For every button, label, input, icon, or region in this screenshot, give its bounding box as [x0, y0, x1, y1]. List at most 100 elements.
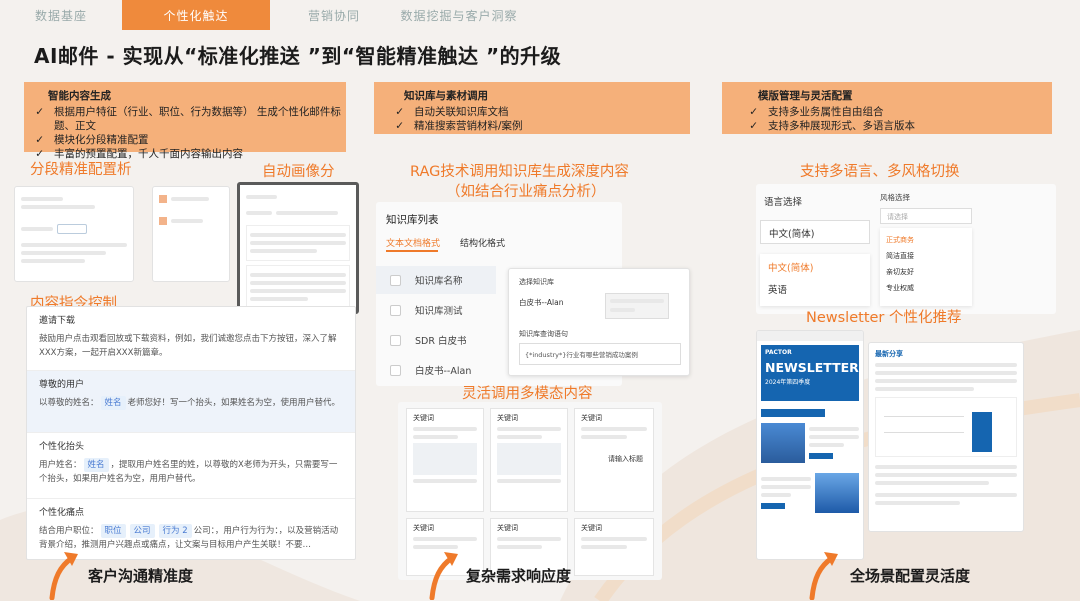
style-option[interactable]: 专业权威	[880, 280, 972, 296]
newsletter-chart	[875, 397, 1017, 457]
arrow-up-icon	[49, 552, 78, 600]
band-item: 自动关联知识库文档	[414, 106, 509, 118]
kb-row-label: 知识库测试	[415, 306, 463, 317]
content-tile[interactable]: 关键词 请输入标题	[574, 408, 654, 512]
tab-data-foundation[interactable]: 数据基座	[0, 0, 122, 30]
newsletter-image	[815, 473, 859, 513]
tab-personalized-reach[interactable]: 个性化触达	[122, 0, 270, 30]
newsletter-brand: PACTOR	[765, 349, 792, 356]
tab-marketing-collab[interactable]: 营销协同	[270, 0, 398, 30]
benefit-responsiveness: 复杂需求响应度	[466, 567, 572, 585]
band-item: 精准搜索营销材料/案例	[414, 120, 523, 132]
newsletter-banner: PACTOR NEWSLETTER 2024年第四季度	[761, 345, 859, 401]
newsletter-left-page: PACTOR NEWSLETTER 2024年第四季度	[756, 330, 864, 560]
row-checkbox[interactable]	[390, 334, 401, 346]
tile-title: 关键词	[413, 524, 434, 532]
section-desc-prefix: 以尊敬的姓名：	[39, 398, 99, 408]
query-input[interactable]: {*industry*}行业有哪些营销成功案例	[519, 343, 681, 365]
band-item: 支持多业务属性自由组合	[768, 106, 884, 118]
tile-button[interactable]: 请输入标题	[581, 443, 647, 475]
section-title: 邀请下载	[39, 316, 76, 326]
benefit-precision: 客户沟通精准度	[88, 567, 194, 585]
content-tile[interactable]: 关键词	[574, 518, 654, 576]
tile-title: 关键词	[413, 414, 434, 422]
label-multimodal: 灵活调用多模态内容	[462, 386, 593, 402]
section-title: 个性化抬头	[39, 442, 85, 452]
tile-title: 关键词	[497, 524, 518, 532]
style-select[interactable]: 请选择	[880, 208, 972, 224]
tile-title: 关键词	[497, 414, 518, 422]
variable-chip[interactable]: 姓名	[83, 458, 109, 472]
select-kb-label: 选择知识库	[519, 278, 554, 286]
language-select[interactable]: 中文(简体)	[760, 220, 870, 244]
newsletter-image	[761, 423, 805, 463]
variable-chip[interactable]: 姓名	[100, 396, 126, 410]
style-label: 风格选择	[880, 193, 910, 202]
row-checkbox[interactable]	[390, 304, 401, 316]
section-desc-prefix: 结合用户职位：	[39, 526, 99, 536]
kb-row[interactable]: 白皮书--Alan	[376, 356, 496, 384]
tile-title: 关键词	[581, 524, 602, 532]
kb-select-dialog: 选择知识库 白皮书--Alan 知识库查询语句 {*industry*}行业有哪…	[508, 268, 690, 376]
section-personal-header[interactable]: 个性化抬头 用户姓名： 姓名 ，提取用户姓名里的姓，以尊敬的X老师为开头，只需要写一…	[27, 433, 355, 499]
segment-list-screenshot	[152, 186, 230, 282]
query-label: 知识库查询语句	[519, 330, 568, 338]
section-title: 个性化痛点	[39, 508, 85, 518]
style-option[interactable]: 正式商务	[880, 232, 972, 248]
arrow-up-icon	[809, 552, 838, 600]
check-icon: ✓	[35, 134, 44, 146]
language-style-panel: 语言选择 中文(简体) 中文(简体) 英语 风格选择 请选择 正式商务 简洁直接…	[756, 184, 1056, 314]
kb-row-label: 白皮书--Alan	[415, 366, 472, 377]
newsletter-subtitle: 2024年第四季度	[765, 379, 811, 386]
kb-row-label: 知识库名称	[415, 276, 463, 287]
label-segment-config: 分段精准配置析	[30, 162, 132, 178]
content-tile[interactable]: 关键词	[490, 408, 568, 512]
segment-config-screenshot	[14, 186, 134, 282]
band-title: 知识库与素材调用	[404, 90, 488, 102]
label-auto-persona: 自动画像分	[262, 164, 335, 180]
band-template-mgmt: 模版管理与灵活配置 ✓ 支持多业务属性自由组合 ✓ 支持多种展现形式、多语言版本	[722, 82, 1052, 134]
content-tile[interactable]: 关键词	[406, 408, 484, 512]
section-title: 尊敬的用户	[39, 380, 85, 390]
section-respected-user[interactable]: 尊敬的用户 以尊敬的姓名： 姓名 老师您好！写一个抬头，如果姓名为空，使用用户替代。	[27, 371, 355, 433]
instruction-card: 邀请下载 鼓励用户点击观看回放或下载资料，例如，我们诚邀您点击下方按钮，深入了解…	[26, 306, 356, 560]
language-option[interactable]: 中文(简体)	[760, 254, 870, 280]
section-desc: 鼓励用户点击观看回放或下载资料，例如，我们诚邀您点击下方按钮，深入了解XXX方案…	[39, 334, 337, 358]
row-checkbox[interactable]	[390, 364, 401, 376]
band-item: 丰富的预置配置，千人千面内容输出内容	[54, 148, 243, 160]
chart-bar	[972, 412, 992, 452]
section-invite-download[interactable]: 邀请下载 鼓励用户点击观看回放或下载资料，例如，我们诚邀您点击下方按钮，深入了解…	[27, 307, 355, 371]
language-option[interactable]: 英语	[760, 280, 870, 298]
tab-text-doc[interactable]: 文本文档格式	[386, 236, 440, 249]
check-icon: ✓	[35, 148, 44, 160]
band-title: 智能内容生成	[48, 90, 111, 102]
variable-chip[interactable]: 行为 2	[158, 524, 192, 538]
arrow-up-icon	[429, 552, 458, 600]
style-option[interactable]: 简洁直接	[880, 248, 972, 264]
select-kb-value[interactable]: 白皮书--Alan	[519, 297, 563, 308]
kb-row[interactable]: SDR 白皮书	[376, 326, 496, 354]
variable-chip[interactable]: 职位	[100, 524, 126, 538]
row-checkbox[interactable]	[390, 274, 401, 286]
label-rag-line2: （如结合行业痛点分析）	[446, 184, 606, 200]
style-option[interactable]: 亲切友好	[880, 264, 972, 280]
label-newsletter-rec: Newsletter 个性化推荐	[806, 310, 962, 326]
section-desc-prefix: 用户姓名：	[39, 460, 82, 470]
top-tab-bar: 数据基座 个性化触达 营销协同 数据挖掘与客户洞察	[0, 0, 520, 30]
language-dropdown: 中文(简体) 英语	[760, 254, 870, 306]
newsletter-section-title: 最新分享	[875, 350, 903, 358]
active-tab-underline	[386, 250, 438, 252]
label-rag-line1: RAG技术调用知识库生成深度内容	[410, 164, 629, 180]
kb-row[interactable]: 知识库测试	[376, 296, 496, 324]
tab-structured[interactable]: 结构化格式	[460, 236, 505, 249]
band-smart-content: 智能内容生成 ✓ 根据用户特征（行业、职位、行为数据等） 生成个性化邮件标题、正文…	[24, 82, 346, 160]
band-item: 模块化分段精准配置	[54, 134, 149, 146]
kb-row[interactable]: 知识库名称	[376, 266, 496, 294]
kb-preview-box	[605, 293, 669, 319]
section-desc-suffix: 老师您好！写一个抬头，如果姓名为空，使用用户替代。	[127, 398, 341, 408]
check-icon: ✓	[35, 106, 44, 118]
persona-dialog-screenshot	[237, 182, 359, 314]
tab-data-mining[interactable]: 数据挖掘与客户洞察	[398, 0, 520, 30]
label-multilang: 支持多语言、多风格切换	[800, 164, 960, 180]
variable-chip[interactable]: 公司	[129, 524, 155, 538]
